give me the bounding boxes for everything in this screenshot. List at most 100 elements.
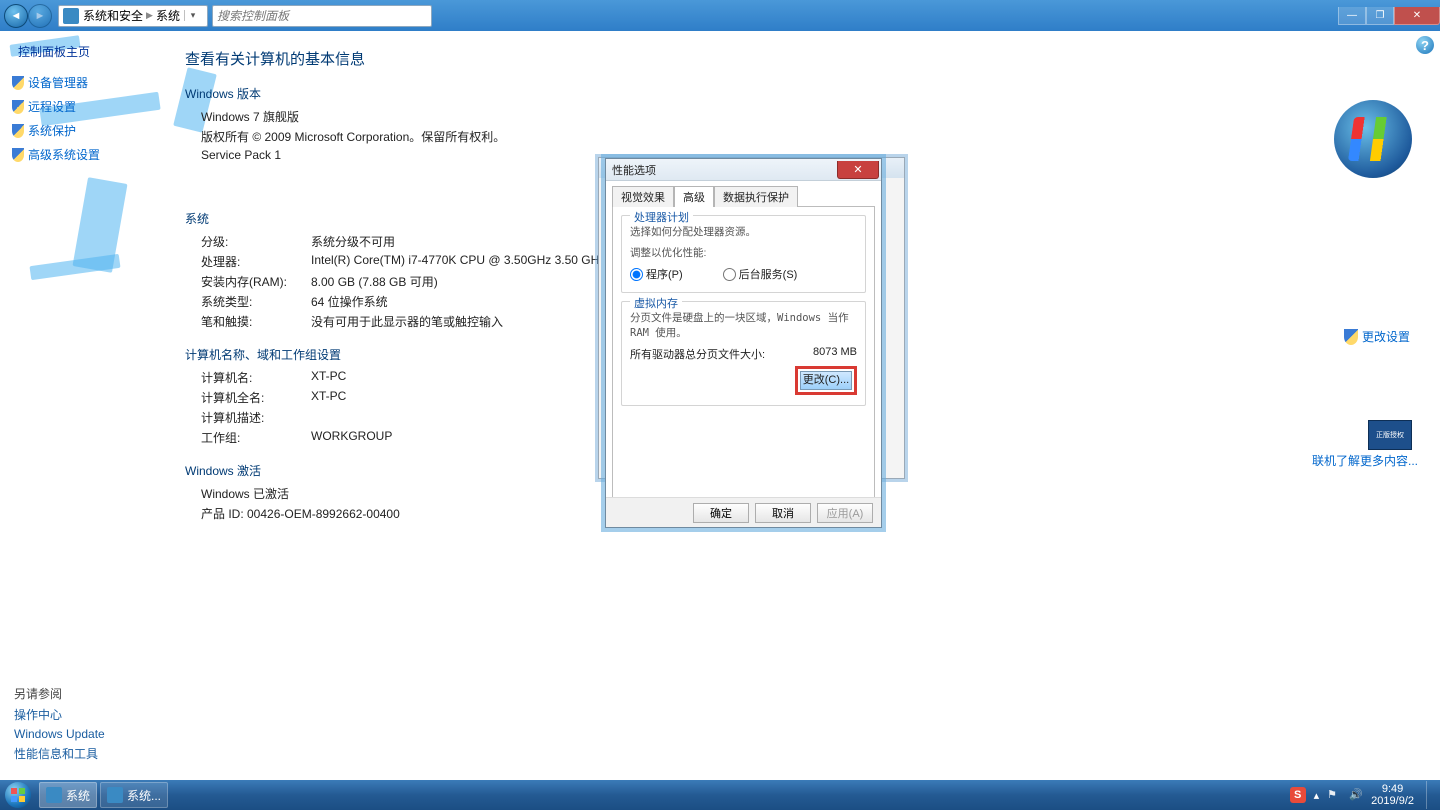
- flag-icon[interactable]: ⚑: [1327, 788, 1341, 802]
- sidebar-item-advanced[interactable]: 高级系统设置: [12, 146, 152, 163]
- value-pcname: XT-PC: [311, 369, 346, 386]
- shield-icon: [12, 76, 24, 90]
- label-ram: 安装内存(RAM):: [201, 273, 311, 290]
- label-rating: 分级:: [201, 233, 311, 250]
- value-rating[interactable]: 系统分级不可用: [311, 233, 395, 250]
- sidebar-item-label: 远程设置: [28, 98, 76, 115]
- group-desc: 选择如何分配处理器资源。: [630, 224, 857, 239]
- volume-icon[interactable]: 🔊: [1349, 788, 1363, 802]
- change-settings-link[interactable]: 更改设置: [1344, 328, 1410, 345]
- performance-options-dialog: 性能选项 ✕ 视觉效果 高级 数据执行保护 处理器计划 选择如何分配处理器资源。…: [605, 158, 882, 528]
- value-cpu: Intel(R) Core(TM) i7-4770K CPU @ 3.50GHz…: [311, 253, 605, 270]
- shield-icon: [12, 124, 24, 138]
- clock-date: 2019/9/2: [1371, 795, 1414, 807]
- apply-button: 应用(A): [817, 503, 873, 523]
- change-settings-label: 更改设置: [1362, 328, 1410, 345]
- page-title: 查看有关计算机的基本信息: [185, 48, 1420, 69]
- minimize-button[interactable]: —: [1338, 7, 1366, 25]
- change-vm-button[interactable]: 更改(C)...: [800, 371, 852, 390]
- label-pcname: 计算机名:: [201, 369, 311, 386]
- dialog-title-text: 性能选项: [612, 162, 656, 178]
- radio-label: 程序(P): [646, 266, 683, 282]
- sidebar-item-device-manager[interactable]: 设备管理器: [12, 74, 152, 91]
- label-systype: 系统类型:: [201, 293, 311, 310]
- breadcrumb[interactable]: 系统和安全 ▶ 系统 ▾: [58, 5, 208, 27]
- start-button[interactable]: [0, 780, 36, 810]
- dialog-footer: 确定 取消 应用(A): [606, 497, 881, 527]
- group-title: 处理器计划: [630, 209, 693, 225]
- chevron-down-icon[interactable]: ▾: [184, 10, 198, 21]
- clock-time: 9:49: [1371, 783, 1414, 795]
- value-systype: 64 位操作系统: [311, 293, 388, 310]
- forward-button[interactable]: ►: [28, 4, 52, 28]
- show-desktop-button[interactable]: [1426, 781, 1436, 809]
- dialog-close-button[interactable]: ✕: [837, 161, 879, 179]
- edition-name: Windows 7 旗舰版: [201, 108, 1420, 125]
- vm-total-label: 所有驱动器总分页文件大小:: [630, 346, 765, 362]
- section-edition: Windows 版本: [185, 85, 1420, 102]
- highlight-box: 更改(C)...: [795, 366, 857, 395]
- tab-dep[interactable]: 数据执行保护: [714, 186, 798, 207]
- label-desc: 计算机描述:: [201, 409, 311, 426]
- group-virtual-memory: 虚拟内存 分页文件是硬盘上的一块区域，Windows 当作 RAM 使用。 所有…: [621, 301, 866, 406]
- value-fullname: XT-PC: [311, 389, 346, 406]
- dialog-titlebar[interactable]: 性能选项 ✕: [606, 159, 881, 181]
- cancel-button[interactable]: 取消: [755, 503, 811, 523]
- radio-programs-input[interactable]: [630, 268, 643, 281]
- group-desc: 分页文件是硬盘上的一块区域，Windows 当作 RAM 使用。: [630, 310, 857, 340]
- value-workgroup: WORKGROUP: [311, 429, 392, 446]
- see-also: 另请参阅 操作中心 Windows Update 性能信息和工具: [14, 681, 105, 766]
- windows-logo-icon: [1334, 100, 1412, 178]
- sidebar-item-label: 设备管理器: [28, 74, 88, 91]
- tab-advanced[interactable]: 高级: [674, 186, 714, 207]
- value-pen: 没有可用于此显示器的笔或触控输入: [311, 313, 503, 330]
- tray-chevron-icon[interactable]: ▴: [1314, 789, 1320, 802]
- ime-icon[interactable]: S: [1290, 787, 1306, 803]
- window-titlebar: ◄ ► 系统和安全 ▶ 系统 ▾ 搜索控制面板 — ❐ ✕: [0, 0, 1440, 31]
- value-ram: 8.00 GB (7.88 GB 可用): [311, 273, 438, 290]
- crumb-0[interactable]: 系统和安全: [83, 7, 143, 24]
- tab-visual-effects[interactable]: 视觉效果: [612, 186, 674, 207]
- search-input[interactable]: 搜索控制面板: [212, 5, 432, 27]
- taskbar-item-system-2[interactable]: 系统...: [100, 782, 168, 808]
- label-workgroup: 工作组:: [201, 429, 311, 446]
- start-orb-icon: [5, 782, 31, 808]
- radio-label: 后台服务(S): [739, 266, 798, 282]
- edition-copyright: 版权所有 © 2009 Microsoft Corporation。保留所有权利…: [201, 128, 1420, 145]
- shield-icon: [12, 148, 24, 162]
- radio-background-input[interactable]: [723, 268, 736, 281]
- see-also-perf-info[interactable]: 性能信息和工具: [14, 745, 105, 762]
- sidebar-item-protection[interactable]: 系统保护: [12, 122, 152, 139]
- maximize-button[interactable]: ❐: [1366, 7, 1394, 25]
- sidebar-item-label: 高级系统设置: [28, 146, 100, 163]
- radio-programs[interactable]: 程序(P): [630, 266, 683, 282]
- chevron-right-icon: ▶: [146, 10, 153, 21]
- crumb-1[interactable]: 系统: [156, 7, 180, 24]
- search-placeholder: 搜索控制面板: [217, 7, 289, 24]
- radio-background[interactable]: 后台服务(S): [723, 266, 798, 282]
- tabs: 视觉效果 高级 数据执行保护: [612, 185, 881, 206]
- sidebar-item-label: 系统保护: [28, 122, 76, 139]
- system-tray: S ▴ ⚑ 🔊 9:49 2019/9/2: [1290, 781, 1440, 809]
- group-hint: 调整以优化性能:: [630, 245, 857, 260]
- sidebar: 控制面板主页 设备管理器 远程设置 系统保护 高级系统设置 另请参阅 操作中心 …: [0, 31, 160, 780]
- control-panel-icon: [63, 8, 79, 24]
- see-also-windows-update[interactable]: Windows Update: [14, 727, 105, 741]
- app-icon: [46, 787, 62, 803]
- task-label: 系统: [66, 787, 90, 804]
- taskbar: 系统 系统... S ▴ ⚑ 🔊 9:49 2019/9/2: [0, 780, 1440, 810]
- clock[interactable]: 9:49 2019/9/2: [1371, 783, 1414, 807]
- label-fullname: 计算机全名:: [201, 389, 311, 406]
- app-icon: [107, 787, 123, 803]
- back-button[interactable]: ◄: [4, 4, 28, 28]
- tab-panel-advanced: 处理器计划 选择如何分配处理器资源。 调整以优化性能: 程序(P) 后台服务(S…: [612, 206, 875, 506]
- learn-more-link[interactable]: 联机了解更多内容...: [1312, 452, 1418, 469]
- see-also-action-center[interactable]: 操作中心: [14, 706, 105, 723]
- control-panel-home-link[interactable]: 控制面板主页: [18, 43, 152, 60]
- taskbar-item-system[interactable]: 系统: [39, 782, 97, 808]
- sidebar-item-remote[interactable]: 远程设置: [12, 98, 152, 115]
- vm-total-value: 8073 MB: [813, 346, 857, 362]
- close-button[interactable]: ✕: [1394, 7, 1440, 25]
- ok-button[interactable]: 确定: [693, 503, 749, 523]
- shield-icon: [12, 100, 24, 114]
